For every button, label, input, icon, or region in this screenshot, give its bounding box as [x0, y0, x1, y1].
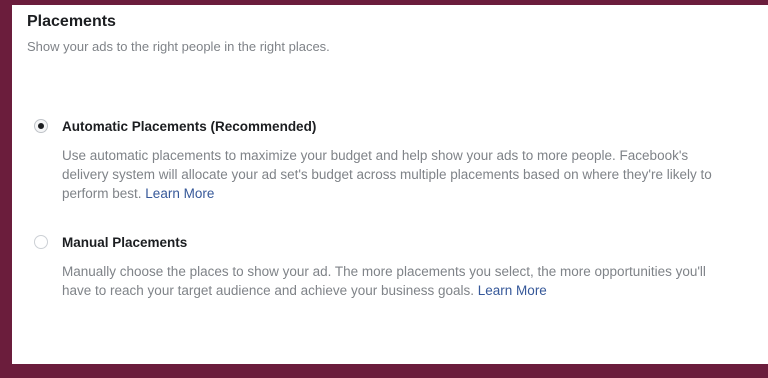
automatic-placements-description: Use automatic placements to maximize you… [62, 146, 732, 203]
manual-placements-label[interactable]: Manual Placements [62, 235, 187, 250]
section-subtitle: Show your ads to the right people in the… [27, 39, 330, 54]
manual-placements-learn-more-link[interactable]: Learn More [478, 283, 547, 298]
manual-placements-description-text: Manually choose the places to show your … [62, 264, 706, 298]
automatic-placements-label[interactable]: Automatic Placements (Recommended) [62, 119, 316, 134]
automatic-placements-radio[interactable] [34, 119, 48, 133]
manual-placements-radio[interactable] [34, 235, 48, 249]
automatic-placements-option[interactable]: Automatic Placements (Recommended) Use a… [34, 116, 724, 203]
manual-placements-option[interactable]: Manual Placements Manually choose the pl… [34, 232, 724, 300]
placements-panel: Placements Show your ads to the right pe… [12, 5, 768, 364]
manual-placements-description: Manually choose the places to show your … [62, 262, 732, 300]
section-title: Placements [27, 13, 116, 30]
automatic-placements-row[interactable]: Automatic Placements (Recommended) [34, 116, 724, 136]
automatic-placements-learn-more-link[interactable]: Learn More [145, 186, 214, 201]
manual-placements-row[interactable]: Manual Placements [34, 232, 724, 252]
